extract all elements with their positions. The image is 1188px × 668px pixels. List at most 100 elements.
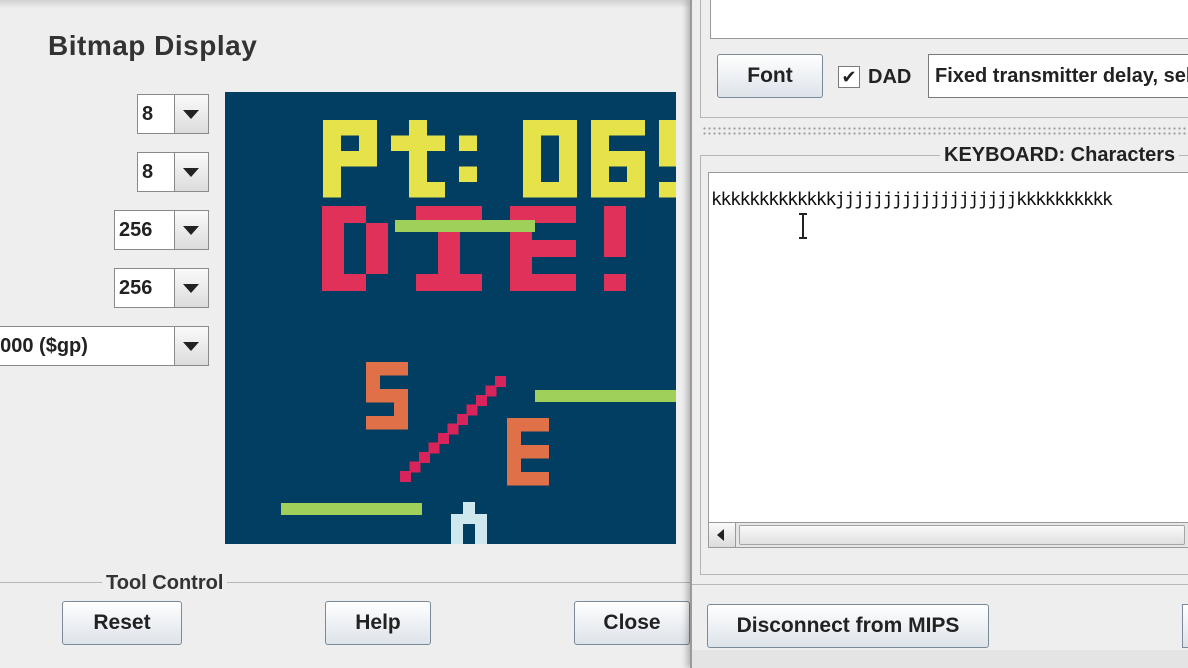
score-pixel [523,120,541,136]
chevron-down-icon[interactable] [174,269,208,307]
start-pixel [366,416,380,430]
unit-height-select[interactable]: 8 [137,152,209,192]
start-pixel [380,362,394,376]
score-pixel [523,182,541,198]
score-pixel [627,120,645,136]
unit-width-select[interactable]: 8 [137,94,209,134]
score-pixel [409,182,427,198]
dad-label: DAD [868,66,912,88]
score-pixel [591,120,609,136]
score-pixel [609,182,627,198]
message-pixel [532,240,554,257]
start-pixel [380,389,394,403]
platform-pixel [281,503,422,515]
end-pixel [521,472,535,486]
slash-pixel [409,461,421,473]
start-pixel [366,389,380,403]
start-pixel [394,362,408,376]
slash-pixel [438,433,449,444]
disconnect-button[interactable]: Disconnect from MIPS [707,604,989,648]
end-pixel [507,431,521,445]
display-output-area[interactable] [710,0,1188,39]
score-pixel [659,151,676,167]
score-pixel [659,120,676,136]
end-pixel [507,418,521,432]
start-pixel [394,416,408,430]
reset-button[interactable]: Reset [62,601,182,645]
player-pixels [451,502,487,544]
chevron-down-icon[interactable] [174,327,208,365]
keyboard-panel-title: KEYBOARD: Characters [940,144,1180,167]
platform-pixel [395,220,535,232]
score-pixel [591,151,609,167]
message-pixel [532,274,554,291]
message-pixel [322,257,344,274]
message-pixel [322,206,344,223]
message-pixel [366,257,388,274]
score-pixel [591,182,609,198]
chevron-down-icon[interactable] [174,153,208,191]
message-pixel [554,240,576,257]
chevron-down-icon[interactable] [174,211,208,249]
keyboard-input-text: kkkkkkkkkkkkkjjjjjjjjjjjjjjjjjjjkkkkkkkk… [711,189,1113,210]
score-pixel [323,151,341,167]
score-pixel [609,151,627,167]
platform-pixel [535,390,676,402]
unit-width-value: 8 [142,103,154,125]
message-pixel [604,223,626,240]
score-pixel [409,151,427,167]
start-pixel [394,389,408,403]
end-pixel [507,445,521,459]
message-pixel [438,257,460,274]
score-pixel [591,166,609,182]
die-message-pixels [322,206,626,291]
tool-control-label: Tool Control [102,572,228,595]
message-pixel [322,223,344,240]
display-width-value: 256 [119,219,153,241]
score-pixel [523,135,541,151]
score-pixel [427,135,445,151]
slash-pixel [466,404,478,416]
slash-pixel [428,442,440,454]
score-pixel [341,151,359,167]
close-button[interactable]: Close [574,601,690,645]
font-button[interactable]: Font [717,54,823,98]
display-height-select[interactable]: 256 [114,268,209,308]
scroll-left-icon[interactable] [709,523,736,547]
score-pixel [359,120,377,136]
chevron-down-icon[interactable] [174,95,208,133]
message-pixel [554,274,576,291]
message-pixel [344,274,366,291]
slash-pixel [447,423,459,435]
unit-height-value: 8 [142,161,154,183]
slash-pixel [419,452,430,463]
score-pixel [559,120,577,136]
partial-button[interactable] [1182,604,1188,648]
base-address-select[interactable]: 3000 ($gp) [0,326,209,366]
message-pixel [554,206,576,223]
keyboard-input-area[interactable]: kkkkkkkkkkkkkjjjjjjjjjjjjjjjjjjjkkkkkkkk… [708,172,1188,524]
horizontal-scrollbar[interactable] [708,522,1188,548]
message-pixel [366,240,388,257]
bitmap-canvas [225,92,676,544]
delay-select[interactable]: Fixed transmitter delay, select [928,54,1188,98]
message-pixel [438,240,460,257]
end-pixel [535,445,549,459]
score-pixel [323,182,341,198]
end-pixel [521,418,535,432]
message-pixel [460,274,482,291]
dad-checkbox[interactable]: ✔ [838,66,860,88]
score-pixel [409,135,427,151]
delay-select-value: Fixed transmitter delay, select [935,65,1188,87]
display-height-value: 256 [119,277,153,299]
help-button[interactable]: Help [325,601,431,645]
start-pixel [366,375,380,389]
scrollbar-thumb[interactable] [739,525,1185,545]
score-pixel [359,151,377,167]
score-pixel [541,182,559,198]
bitmap-pixels [281,120,676,544]
score-pixel [409,166,427,182]
split-pane-divider[interactable] [702,126,1188,136]
display-width-select[interactable]: 256 [114,210,209,250]
text-cursor-icon [799,213,807,239]
